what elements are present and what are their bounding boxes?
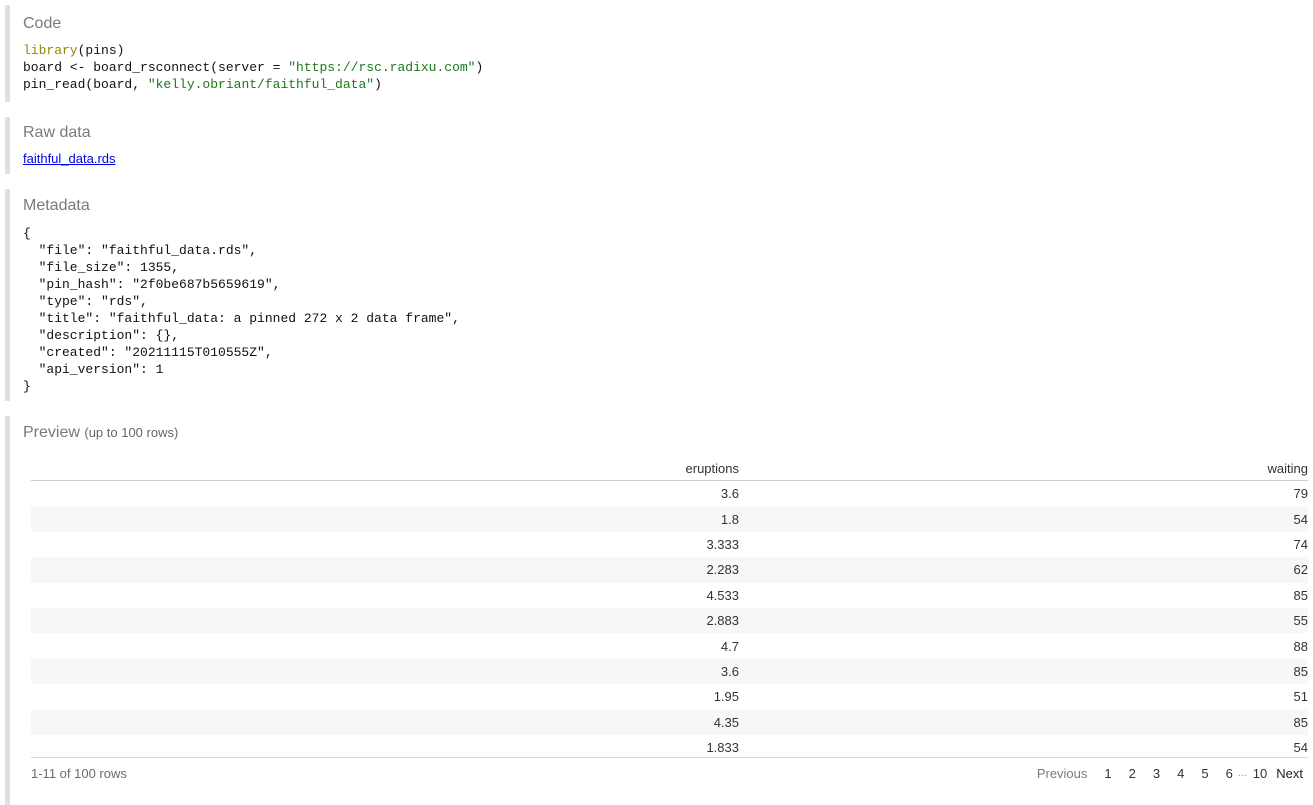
cell-eruptions: 3.6 <box>720 486 739 502</box>
table-header-row: eruptions waiting <box>31 451 1308 481</box>
next-page-button[interactable]: Next <box>1267 766 1303 781</box>
raw-data-link[interactable]: faithful_data.rds <box>23 151 116 166</box>
page-button-4[interactable]: 4 <box>1160 766 1184 781</box>
raw-data-title: Raw data <box>23 124 91 141</box>
cell-eruptions: 2.883 <box>31 607 739 634</box>
column-header-waiting[interactable]: waiting <box>739 451 1308 481</box>
table-row: 2.883 55 <box>31 607 1308 634</box>
cell-eruptions: 3.6 <box>31 658 739 685</box>
column-header-eruptions[interactable]: eruptions <box>31 451 739 481</box>
cell-waiting: 85 <box>739 658 1308 685</box>
preview-title-text: Preview <box>23 424 80 441</box>
page-button-1[interactable]: 1 <box>1087 766 1111 781</box>
cell-waiting: 85 <box>1293 587 1308 603</box>
table-body: 3.6 79 1.8 54 3.333 74 2.283 62 4.533 85 2.883 55 4.… <box>31 481 1308 761</box>
page-ellipsis: … <box>1237 768 1248 779</box>
code-line-3: pin_read(board, "kelly.obriant/faithful_… <box>23 77 382 92</box>
cell-eruptions: 4.7 <box>720 638 739 654</box>
preview-table: eruptions waiting 3.6 79 1.8 54 3.333 74 2.283… <box>31 451 1308 760</box>
page-button-2[interactable]: 2 <box>1112 766 1136 781</box>
preview-title: Preview (up to 100 rows) <box>23 423 178 443</box>
previous-page-button[interactable]: Previous <box>1020 766 1088 781</box>
table-row: 1.8 54 <box>31 506 1308 532</box>
metadata-section: Metadata { "file": "faithful_data.rds", … <box>5 189 1305 401</box>
page-button-6[interactable]: 6 <box>1209 766 1233 781</box>
table-row: 4.35 85 <box>31 709 1308 735</box>
table-row: 3.6 85 <box>31 658 1308 685</box>
row-info: 1-11 of 100 rows <box>31 766 127 781</box>
page-button-3[interactable]: 3 <box>1136 766 1160 781</box>
table-row: 2.283 62 <box>31 557 1308 583</box>
raw-data-section: Raw data faithful_data.rds <box>5 117 1305 174</box>
pagination: Previous 1 2 3 4 5 6 … 10 Next <box>1020 766 1303 781</box>
table-row: 3.6 79 <box>31 481 1308 507</box>
cell-waiting: 74 <box>1293 536 1308 552</box>
table-row: 3.333 74 <box>31 532 1308 557</box>
cell-waiting: 62 <box>739 557 1308 583</box>
metadata-title: Metadata <box>23 197 90 214</box>
cell-eruptions: 2.283 <box>31 557 739 583</box>
cell-eruptions: 4.35 <box>31 709 739 735</box>
code-line-2: board <- board_rsconnect(server = "https… <box>23 60 484 75</box>
cell-waiting: 79 <box>1293 486 1308 502</box>
code-section-title: Code <box>23 15 62 32</box>
cell-eruptions: 1.8 <box>31 506 739 532</box>
cell-waiting: 88 <box>1293 638 1308 654</box>
cell-eruptions: 4.533 <box>706 587 739 603</box>
page-button-5[interactable]: 5 <box>1184 766 1208 781</box>
cell-eruptions: 3.333 <box>706 536 739 552</box>
code-block: library(pins) board <- board_rsconnect(s… <box>23 42 483 93</box>
cell-waiting: 85 <box>739 709 1308 735</box>
cell-waiting: 55 <box>739 607 1308 634</box>
cell-eruptions: 1.95 <box>713 689 739 705</box>
table-footer-divider <box>31 757 1308 758</box>
cell-waiting: 51 <box>1293 689 1308 705</box>
code-section: Code library(pins) board <- board_rsconn… <box>5 5 1305 102</box>
preview-subtitle: (up to 100 rows) <box>84 425 179 440</box>
metadata-json: { "file": "faithful_data.rds", "file_siz… <box>23 226 460 394</box>
table-row: 1.95 51 <box>31 684 1308 709</box>
code-line-1: library(pins) <box>23 43 125 58</box>
page-button-10[interactable]: 10 <box>1248 766 1267 781</box>
preview-section: Preview (up to 100 rows) eruptions waiti… <box>5 416 1313 805</box>
table-row: 4.533 85 <box>31 583 1308 608</box>
table-row: 4.7 88 <box>31 633 1308 658</box>
cell-waiting: 54 <box>739 506 1308 532</box>
